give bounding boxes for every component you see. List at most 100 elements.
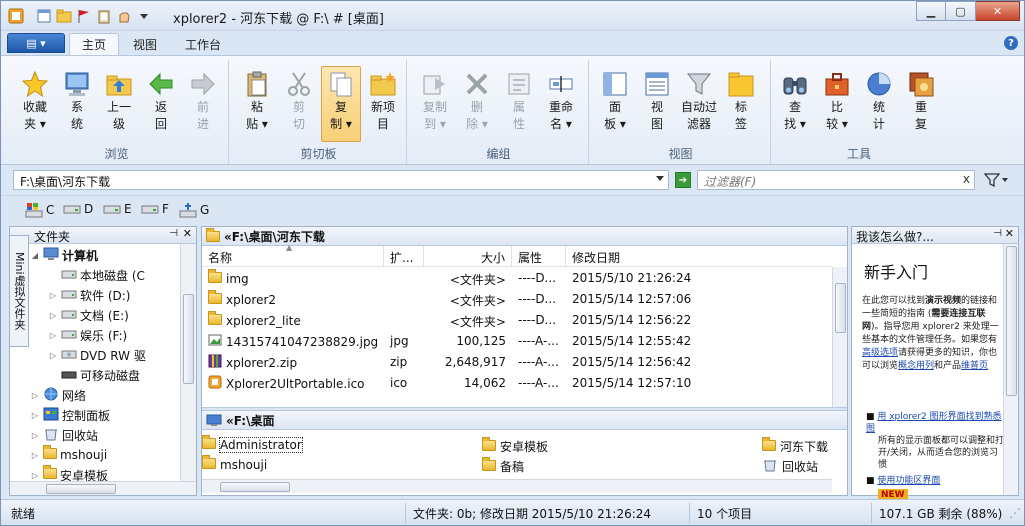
filter-input[interactable]: 过滤器(F) x <box>697 170 975 190</box>
drive-c[interactable]: C <box>25 202 54 218</box>
mini-virtual-folder-tab[interactable]: Mini虚拟文件夹 <box>9 235 29 347</box>
file-row[interactable]: Xplorer2UltPortable.ico ico 14,062 ----A-..… <box>202 373 832 394</box>
system-button[interactable]: 系 统 <box>57 66 97 142</box>
file-row[interactable]: xplorer2.zip zip 2,648,917 ----A-... 2015/5/… <box>202 352 832 373</box>
pin-icon[interactable]: ⊣ <box>993 228 1002 239</box>
tree-item[interactable]: ▷ 软件 (D:) <box>30 285 180 305</box>
pane-close-icon[interactable]: ✕ <box>183 227 192 240</box>
lower-item[interactable]: 回收站 <box>762 458 818 475</box>
paste-button[interactable]: 粘 贴 ▾ <box>237 66 277 142</box>
minimize-button[interactable]: ▁ <box>916 1 946 21</box>
flag-icon[interactable] <box>75 7 93 25</box>
tree-item[interactable]: ▷ 网络 <box>30 385 180 405</box>
favorites-button[interactable]: 收藏 夹 ▾ <box>15 66 55 142</box>
tree-expand-icon[interactable]: ▷ <box>30 411 40 420</box>
tree-item[interactable]: ▷ 文档 (E:) <box>30 305 180 325</box>
delete-button[interactable]: 删 除 ▾ <box>457 66 497 142</box>
lower-item[interactable]: 安卓模板 <box>482 436 548 455</box>
tree-expand-icon[interactable]: ▷ <box>48 351 58 360</box>
tree-vertical-scrollbar[interactable] <box>180 244 196 481</box>
lower-item[interactable]: 河东下载 <box>762 436 828 455</box>
tree-item[interactable]: ▷ 安卓模板 <box>30 465 180 481</box>
view-button[interactable]: 视 图 <box>637 66 677 142</box>
tree-hscroll-thumb[interactable] <box>46 484 116 494</box>
compare-button[interactable]: 比 较 ▾ <box>817 66 857 142</box>
app-icon[interactable] <box>7 7 25 25</box>
pin-icon[interactable]: ⊣ <box>169 228 178 239</box>
column-attributes[interactable]: 属性 <box>512 246 566 266</box>
filter-clear-button[interactable]: x <box>963 172 970 186</box>
column-modified[interactable]: 修改日期 <box>566 246 832 266</box>
copy-button[interactable]: 复 制 ▾ <box>321 66 361 142</box>
bookmark-button[interactable]: 标 签 <box>721 66 761 142</box>
panel-button[interactable]: 面 板 ▾ <box>595 66 635 142</box>
tree-item[interactable]: ◢ 计算机 <box>30 245 180 265</box>
tab-workspace[interactable]: 工作台 <box>173 33 233 55</box>
help-vertical-scrollbar[interactable] <box>1003 244 1018 495</box>
open-folder-icon[interactable] <box>55 7 73 25</box>
lower-item[interactable]: Administrator <box>202 435 303 453</box>
up-level-button[interactable]: 上一 级 <box>99 66 139 142</box>
drive-f[interactable]: F <box>141 202 169 216</box>
close-button[interactable]: ✕ <box>976 1 1020 21</box>
tree-item[interactable]: 本地磁盘 (C <box>30 265 180 285</box>
tree-expand-icon[interactable]: ▷ <box>30 431 40 440</box>
help-link[interactable]: 高级选项 <box>862 348 898 358</box>
duplicates-button[interactable]: 重 复 <box>901 66 941 142</box>
help-link[interactable]: 概念用列 <box>898 361 934 371</box>
clipboard-icon[interactable] <box>95 7 113 25</box>
tree-expand-icon[interactable]: ▷ <box>48 331 58 340</box>
forward-button[interactable]: 前 进 <box>183 66 223 142</box>
go-button[interactable]: ➔ <box>675 172 691 188</box>
statistics-button[interactable]: 统 计 <box>859 66 899 142</box>
column-extension[interactable]: 扩... <box>384 246 424 266</box>
tree-item[interactable]: ▷ mshouji <box>30 445 180 465</box>
qat-dropdown-icon[interactable] <box>135 7 153 25</box>
rename-button[interactable]: 重命 名 ▾ <box>541 66 581 142</box>
new-window-icon[interactable] <box>35 7 53 25</box>
lower-hscroll-thumb[interactable] <box>220 482 290 492</box>
tree-expand-icon[interactable]: ▷ <box>30 391 40 400</box>
tree-item[interactable]: ▷ 控制面板 <box>30 405 180 425</box>
tree-expand-icon[interactable]: ▷ <box>48 291 58 300</box>
help-bullet-link[interactable]: 用 xplorer2 图形界面找到熟悉图 <box>866 412 1002 434</box>
column-size[interactable]: 大小 <box>424 246 512 266</box>
column-name[interactable]: 名称 ▲ <box>202 243 384 266</box>
help-icon[interactable]: ? <box>1004 36 1018 50</box>
drive-g[interactable]: G <box>179 202 209 218</box>
pane-close-icon[interactable]: ✕ <box>1005 227 1014 240</box>
tab-view[interactable]: 视图 <box>121 33 169 55</box>
tree-item[interactable]: ▷ DVD RW 驱 <box>30 345 180 365</box>
lower-item[interactable]: mshouji <box>202 455 267 472</box>
back-button[interactable]: 返 回 <box>141 66 181 142</box>
address-dropdown-icon[interactable] <box>656 176 664 181</box>
tree-horizontal-scrollbar[interactable] <box>10 481 196 495</box>
drive-d[interactable]: D <box>63 202 93 216</box>
tree-expand-icon[interactable]: ▷ <box>30 471 40 480</box>
tree-item[interactable]: ▷ 回收站 <box>30 425 180 445</box>
tree-expand-icon[interactable]: ▷ <box>30 451 40 460</box>
tree-expand-icon[interactable]: ▷ <box>48 311 58 320</box>
new-item-button[interactable]: 新项 目 <box>363 66 403 142</box>
file-menu-button[interactable]: ▤ ▾ <box>7 33 65 53</box>
tree-expand-icon[interactable]: ◢ <box>30 251 40 260</box>
help-bullet-link[interactable]: 使用功能区界面 <box>877 476 940 486</box>
copy-to-button[interactable]: 复制 到 ▾ <box>415 66 455 142</box>
help-link[interactable]: 维普页 <box>961 361 988 371</box>
properties-button[interactable]: 属 性 <box>499 66 539 142</box>
cut-button[interactable]: 剪 切 <box>279 66 319 142</box>
lower-item[interactable]: 备稿 <box>482 456 524 475</box>
file-list-scroll-thumb[interactable] <box>835 283 846 333</box>
find-button[interactable]: 查 找 ▾ <box>775 66 815 142</box>
file-row[interactable]: xplorer2 <文件夹> ----D... 2015/5/14 12:57:06 <box>202 289 832 310</box>
help-scroll-thumb[interactable] <box>1006 246 1017 396</box>
file-row[interactable]: 14315741047238829.jpg jpg 100,125 ----A-...… <box>202 331 832 352</box>
tree-item[interactable]: 可移动磁盘 <box>30 365 180 385</box>
address-input[interactable]: F:\桌面\河东下载 <box>13 170 669 190</box>
drive-e[interactable]: E <box>103 202 132 216</box>
file-list-vertical-scrollbar[interactable] <box>832 267 847 407</box>
lower-horizontal-scrollbar[interactable] <box>202 479 832 493</box>
resize-grip-icon[interactable]: ⋰ <box>1005 504 1024 522</box>
file-row[interactable]: img <文件夹> ----D... 2015/5/10 21:26:24 <box>202 268 832 289</box>
maximize-button[interactable]: ▢ <box>946 1 976 21</box>
